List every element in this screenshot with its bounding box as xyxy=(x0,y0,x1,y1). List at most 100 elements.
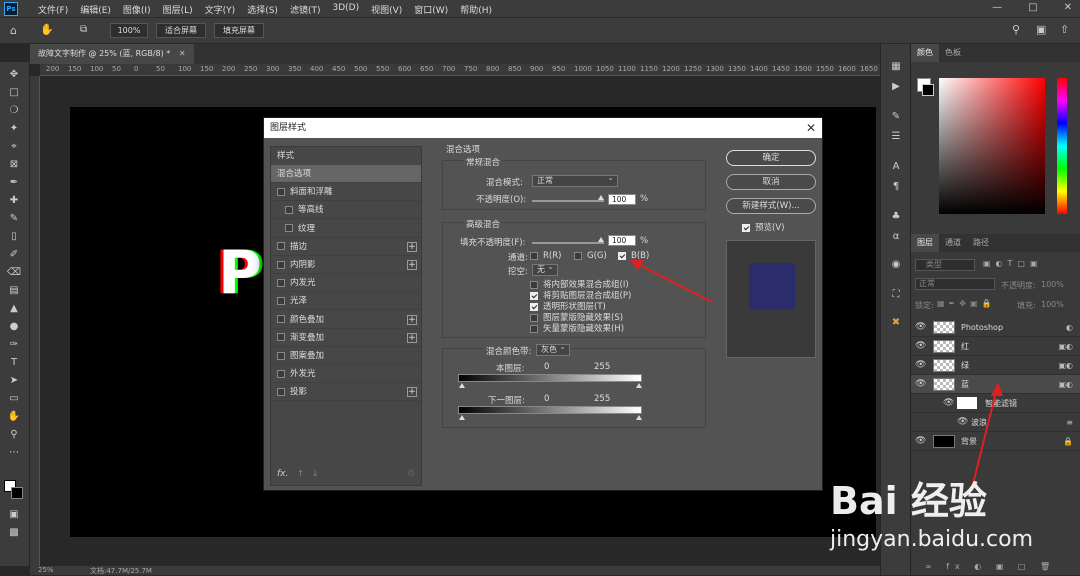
visibility-eye-icon[interactable]: 👁 xyxy=(915,432,926,451)
crop-tool-icon[interactable]: ⌖ xyxy=(6,140,22,154)
workspace-icon[interactable]: ▣ xyxy=(1036,23,1046,36)
tab-channels[interactable]: 通道 xyxy=(939,234,967,252)
tab-swatches[interactable]: 色板 xyxy=(939,44,967,62)
this-layer-white-thumb[interactable] xyxy=(636,383,642,388)
channel-r-checkbox[interactable]: R(R) xyxy=(530,251,561,261)
style-item[interactable]: 混合选项 xyxy=(271,165,421,183)
underlying-gradient[interactable] xyxy=(458,406,642,414)
blur-tool-icon[interactable]: ▲ xyxy=(6,302,22,316)
marquee-tool-icon[interactable]: □ xyxy=(6,86,22,100)
style-item-checkbox[interactable] xyxy=(277,333,285,342)
dodge-tool-icon[interactable]: ● xyxy=(6,320,22,334)
fill-value[interactable]: 100% xyxy=(1041,300,1064,309)
tab-color[interactable]: 颜色 xyxy=(911,44,939,62)
style-item-checkbox[interactable] xyxy=(285,205,293,214)
layer-blend-mode[interactable]: 正常 xyxy=(915,278,995,290)
style-item-checkbox[interactable] xyxy=(277,369,285,378)
menu-3d[interactable]: 3D(D) xyxy=(326,3,365,16)
style-item-checkbox[interactable] xyxy=(277,187,285,196)
panel-background-swatch[interactable] xyxy=(922,84,934,96)
fill-opacity-input[interactable]: 100 xyxy=(608,235,636,246)
style-item-checkbox[interactable] xyxy=(277,296,285,305)
knockout-select[interactable]: 无 xyxy=(532,262,558,276)
layers-footer-icons[interactable]: ∞ fx ◐ ▣ □ 🗑 xyxy=(925,562,1056,571)
add-style-plus-icon[interactable]: + xyxy=(407,314,417,325)
tab-layers[interactable]: 图层 xyxy=(911,234,939,252)
share-icon[interactable]: ⇧ xyxy=(1060,23,1069,36)
adv-option-checkbox[interactable] xyxy=(530,302,538,311)
styles-header[interactable]: 样式 xyxy=(271,147,421,165)
opacity-slider[interactable] xyxy=(532,200,604,202)
menu-image[interactable]: 图像(I) xyxy=(117,3,157,16)
delete-style-icon[interactable]: ♲ xyxy=(407,469,415,479)
style-item-checkbox[interactable] xyxy=(285,224,293,233)
opacity-input[interactable]: 100 xyxy=(608,194,636,205)
glyphs-icon[interactable]: α xyxy=(888,230,904,244)
style-item[interactable]: 颜色叠加 + xyxy=(271,311,421,329)
move-tool-icon[interactable]: ✥ xyxy=(6,68,22,82)
screen-mode-icon[interactable]: ▩ xyxy=(6,526,22,540)
layer-row[interactable]: 👁 绿 ▣◐ xyxy=(911,356,1080,375)
libraries-icon[interactable]: ⛶ xyxy=(888,288,904,302)
adv-option-4[interactable]: 矢量蒙版隐藏效果(H) xyxy=(530,322,624,334)
blend-mode-select[interactable]: 正常 xyxy=(532,173,618,187)
move-style-arrows-icon[interactable]: ↑↓ xyxy=(297,469,326,478)
channel-g-checkbox[interactable]: G(G) xyxy=(574,251,607,261)
menu-help[interactable]: 帮助(H) xyxy=(454,3,498,16)
fit-screen-button[interactable]: 适合屏幕 xyxy=(156,23,206,38)
add-style-plus-icon[interactable]: + xyxy=(407,241,417,252)
scroll-all-windows-icon[interactable]: ⧉ xyxy=(80,24,87,35)
properties-panel-icon[interactable]: ✖ xyxy=(888,316,904,330)
close-window-icon[interactable]: ✕ xyxy=(1064,2,1072,13)
style-item[interactable]: 光泽 xyxy=(271,292,421,311)
hue-slider[interactable] xyxy=(1057,78,1067,214)
layer-opacity-value[interactable]: 100% xyxy=(1041,280,1064,289)
history-panel-icon[interactable]: ▦ xyxy=(888,60,904,74)
style-item[interactable]: 斜面和浮雕 xyxy=(271,183,421,202)
fill-screen-button[interactable]: 填充屏幕 xyxy=(214,23,264,38)
adv-option-checkbox[interactable] xyxy=(530,324,538,333)
dialog-close-icon[interactable]: ✕ xyxy=(806,118,816,138)
path-selection-tool-icon[interactable]: ➤ xyxy=(6,374,22,388)
underlying-black-thumb[interactable] xyxy=(459,415,465,420)
style-item-checkbox[interactable] xyxy=(277,387,285,396)
brush-settings-icon[interactable]: ✎ xyxy=(888,110,904,124)
adv-option-checkbox[interactable] xyxy=(530,280,538,289)
style-item[interactable]: 投影 + xyxy=(271,383,421,402)
color-picker-field[interactable] xyxy=(939,78,1045,214)
blend-if-select[interactable]: 灰色 xyxy=(536,342,570,356)
camera-icon[interactable]: ◉ xyxy=(888,258,904,272)
lasso-tool-icon[interactable]: ❍ xyxy=(6,104,22,118)
add-style-plus-icon[interactable]: + xyxy=(407,387,417,398)
style-item-checkbox[interactable] xyxy=(277,315,285,324)
style-item[interactable]: 图案叠加 xyxy=(271,347,421,365)
clone-source-icon[interactable]: ♣ xyxy=(888,210,904,224)
add-style-plus-icon[interactable]: + xyxy=(407,260,417,270)
menu-filter[interactable]: 滤镜(T) xyxy=(284,3,327,16)
adjustments-icon[interactable]: ☰ xyxy=(888,130,904,144)
underlying-white-thumb[interactable] xyxy=(636,415,642,420)
visibility-eye-icon[interactable]: 👁 xyxy=(915,318,926,337)
filter-options-icon[interactable]: ≡ xyxy=(1066,413,1073,432)
visibility-eye-icon[interactable]: 👁 xyxy=(915,337,926,356)
layer-row[interactable]: 👁 Photoshop ◐ xyxy=(911,318,1080,337)
style-item-checkbox[interactable] xyxy=(277,260,285,269)
style-item[interactable]: 渐变叠加 + xyxy=(271,329,421,347)
fill-opacity-slider[interactable] xyxy=(532,242,604,244)
style-item[interactable]: 描边 + xyxy=(271,238,421,256)
this-layer-black-thumb[interactable] xyxy=(459,383,465,388)
style-item[interactable]: 外发光 xyxy=(271,365,421,384)
ok-button[interactable]: 确定 xyxy=(726,150,816,166)
fx-menu-icon[interactable]: fx. xyxy=(277,469,288,479)
stamp-tool-icon[interactable]: ▯ xyxy=(6,230,22,244)
style-item[interactable]: 内阴影 + xyxy=(271,256,421,274)
eraser-tool-icon[interactable]: ⌫ xyxy=(6,266,22,280)
home-icon[interactable]: ⌂ xyxy=(10,24,17,37)
menu-select[interactable]: 选择(S) xyxy=(241,3,284,16)
adv-option-checkbox[interactable] xyxy=(530,291,538,300)
layer-row[interactable]: 👁 红 ▣◐ xyxy=(911,337,1080,356)
adv-option-checkbox[interactable] xyxy=(530,313,538,322)
style-item-checkbox[interactable] xyxy=(277,242,285,251)
style-item[interactable]: 内发光 xyxy=(271,274,421,293)
maximize-icon[interactable]: □ xyxy=(1028,2,1037,13)
